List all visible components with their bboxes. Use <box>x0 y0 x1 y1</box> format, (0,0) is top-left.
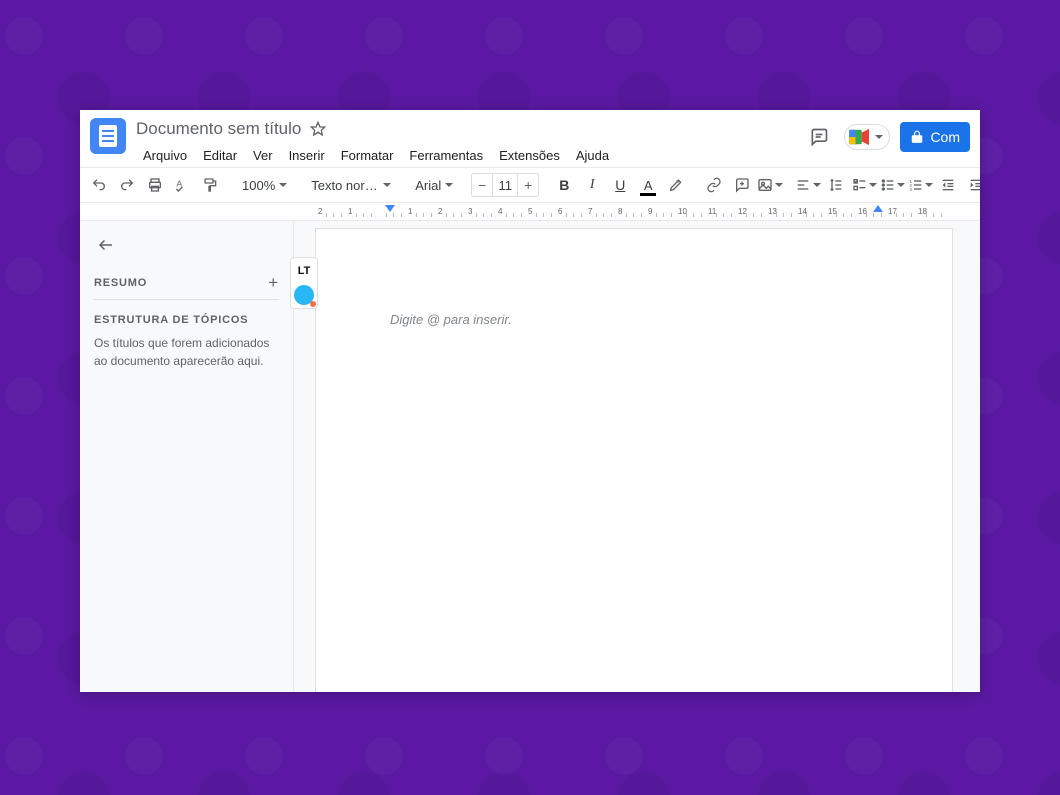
insert-image-button[interactable] <box>757 172 783 198</box>
highlight-color-button[interactable] <box>663 172 689 198</box>
document-page[interactable]: Digite @ para inserir. <box>316 229 952 692</box>
outline-resumo-label: RESUMO <box>94 277 147 289</box>
extensions-float: LT <box>290 257 318 309</box>
meet-button[interactable] <box>844 124 890 150</box>
font-size-increase-button[interactable]: + <box>518 177 538 193</box>
ruler-tick: 2 <box>318 207 322 217</box>
share-button[interactable]: Com <box>900 122 970 152</box>
zoom-value: 100% <box>242 178 275 193</box>
font-family-value: Arial <box>415 178 441 193</box>
caret-down-icon <box>813 183 821 187</box>
caret-down-icon <box>775 183 783 187</box>
undo-button[interactable] <box>86 172 112 198</box>
bulleted-list-button[interactable] <box>879 172 905 198</box>
caret-down-icon <box>875 135 883 139</box>
outline-structure-label: ESTRUTURA DE TÓPICOS <box>94 300 279 334</box>
redo-button[interactable] <box>114 172 140 198</box>
comment-history-icon[interactable] <box>804 122 834 152</box>
text-color-button[interactable]: A <box>635 172 661 198</box>
paragraph-style-value: Texto norm… <box>311 178 379 193</box>
outline-empty-text: Os títulos que forem adicionados ao docu… <box>94 334 279 370</box>
document-canvas-wrap: Digite @ para inserir. <box>294 221 980 692</box>
spellcheck-button[interactable]: A <box>170 172 196 198</box>
ruler-tick: 9 <box>648 207 652 217</box>
insert-link-button[interactable] <box>701 172 727 198</box>
align-button[interactable] <box>795 172 821 198</box>
menu-extensoes[interactable]: Extensões <box>492 144 567 167</box>
outline-add-summary-button[interactable]: + <box>268 273 279 293</box>
caret-down-icon <box>445 183 453 187</box>
document-placeholder: Digite @ para inserir. <box>390 312 512 327</box>
font-size-decrease-button[interactable]: − <box>472 177 492 193</box>
caret-down-icon <box>925 183 933 187</box>
menu-formatar[interactable]: Formatar <box>334 144 401 167</box>
share-button-label: Com <box>930 129 960 145</box>
grammar-check-icon[interactable] <box>294 285 314 305</box>
menu-ferramentas[interactable]: Ferramentas <box>402 144 490 167</box>
print-button[interactable] <box>142 172 168 198</box>
caret-down-icon <box>279 183 287 187</box>
header: Documento sem título Arquivo Editar Ver … <box>80 110 980 167</box>
checklist-button[interactable] <box>851 172 877 198</box>
ruler-tick: 7 <box>588 207 592 217</box>
ruler-indent-marker-icon[interactable] <box>385 205 395 212</box>
google-docs-window: Documento sem título Arquivo Editar Ver … <box>80 110 980 692</box>
paragraph-style-select[interactable]: Texto norm… <box>305 172 397 198</box>
numbered-list-button[interactable]: 123 <box>907 172 933 198</box>
menu-arquivo[interactable]: Arquivo <box>136 144 194 167</box>
line-spacing-button[interactable] <box>823 172 849 198</box>
font-size-group: − + <box>471 173 539 197</box>
header-right: Com <box>804 116 970 152</box>
insert-comment-button[interactable] <box>729 172 755 198</box>
menu-bar: Arquivo Editar Ver Inserir Formatar Ferr… <box>136 144 794 167</box>
paint-format-button[interactable] <box>198 172 224 198</box>
caret-down-icon <box>383 183 391 187</box>
svg-text:3: 3 <box>909 187 912 192</box>
toolbar: A 100% Texto norm… Arial − + B I U A <box>80 167 980 203</box>
ruler-tick: 4 <box>498 207 502 217</box>
ruler-tick: 3 <box>468 207 472 217</box>
docs-logo-icon[interactable] <box>90 118 126 154</box>
ruler-right-margin-icon[interactable] <box>873 205 883 212</box>
outline-panel: RESUMO + ESTRUTURA DE TÓPICOS Os títulos… <box>80 221 294 692</box>
ruler-tick: 1 <box>348 207 352 217</box>
meet-icon <box>849 128 871 146</box>
increase-indent-button[interactable] <box>963 172 980 198</box>
ruler-tick: 5 <box>528 207 532 217</box>
outline-resumo-heading: RESUMO + <box>94 267 279 300</box>
ruler-tick: 8 <box>618 207 622 217</box>
document-title[interactable]: Documento sem título <box>136 116 301 142</box>
font-size-input[interactable] <box>492 174 518 196</box>
caret-down-icon <box>897 183 905 187</box>
bold-button[interactable]: B <box>551 172 577 198</box>
svg-text:A: A <box>176 178 182 188</box>
italic-button[interactable]: I <box>579 172 605 198</box>
menu-inserir[interactable]: Inserir <box>282 144 332 167</box>
ruler-tick: 6 <box>558 207 562 217</box>
ruler-tick: 1 <box>408 207 412 217</box>
main-area: RESUMO + ESTRUTURA DE TÓPICOS Os títulos… <box>80 221 980 692</box>
menu-ajuda[interactable]: Ajuda <box>569 144 616 167</box>
caret-down-icon <box>869 183 877 187</box>
outline-collapse-button[interactable] <box>94 233 118 257</box>
font-family-select[interactable]: Arial <box>409 172 459 198</box>
decrease-indent-button[interactable] <box>935 172 961 198</box>
menu-ver[interactable]: Ver <box>246 144 280 167</box>
languagetool-icon[interactable]: LT <box>294 261 314 281</box>
underline-button[interactable]: U <box>607 172 633 198</box>
star-icon[interactable] <box>309 120 327 138</box>
ruler-tick: 2 <box>438 207 442 217</box>
horizontal-ruler[interactable]: 21123456789101112131415161718 <box>80 203 980 221</box>
menu-editar[interactable]: Editar <box>196 144 244 167</box>
header-mid: Documento sem título Arquivo Editar Ver … <box>136 116 794 167</box>
zoom-select[interactable]: 100% <box>236 172 293 198</box>
